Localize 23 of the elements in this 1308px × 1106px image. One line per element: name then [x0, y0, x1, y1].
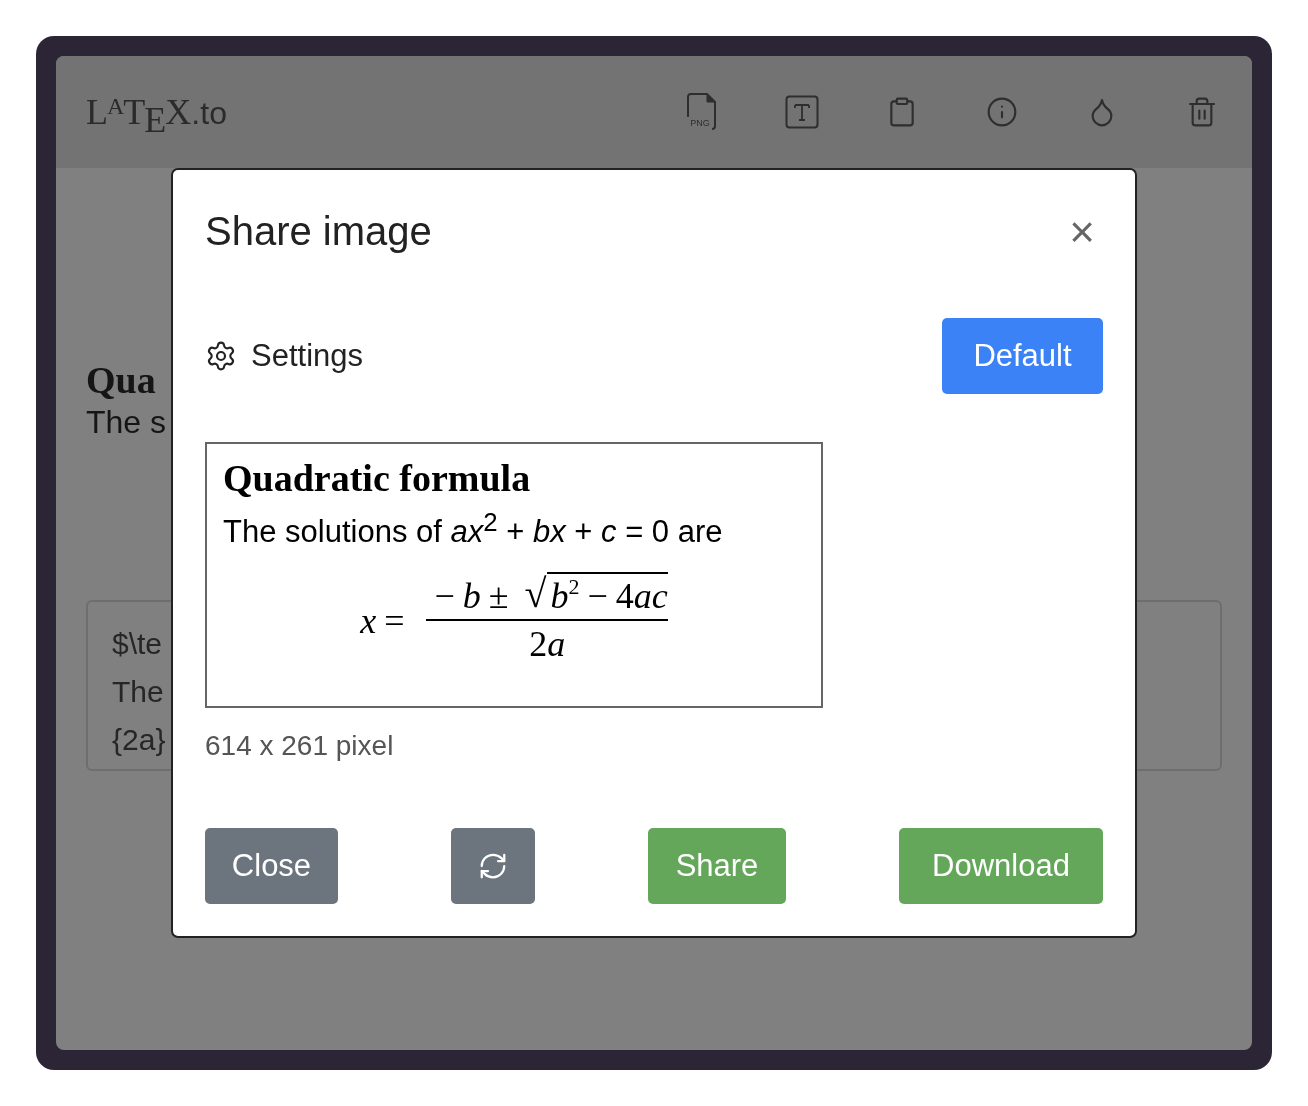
preview-sentence: The solutions of ax$^{2}$ + bx + c = 0 are [223, 507, 724, 552]
editor-line: {2a} [112, 722, 166, 758]
default-button[interactable]: Default [942, 318, 1103, 394]
formula-lhs: x = [360, 599, 406, 642]
share-button[interactable]: Share [648, 828, 786, 904]
dialog-title: Share image [205, 208, 432, 254]
refresh-button[interactable] [451, 828, 535, 904]
formula-fraction: − b ± √b$^{2}$ − 4ac 2a [426, 570, 668, 666]
text-icon [785, 95, 819, 129]
info-icon [986, 96, 1018, 128]
refresh-icon [478, 851, 508, 881]
settings-icon [205, 340, 237, 372]
png-toolbar-button[interactable]: PNG [684, 92, 720, 132]
download-button[interactable]: Download [899, 828, 1103, 904]
document-text: The s [86, 403, 168, 442]
close-button[interactable]: × [1061, 210, 1103, 254]
trash-icon [1186, 96, 1218, 128]
editor-line: $\te [112, 626, 163, 662]
settings-label[interactable]: Settings [251, 338, 363, 374]
image-size: 614 x 261 pixel [205, 730, 395, 762]
close-button[interactable]: Close [205, 828, 338, 904]
preview-heading: Quadratic formula [223, 456, 532, 500]
editor-line: The [112, 674, 164, 710]
